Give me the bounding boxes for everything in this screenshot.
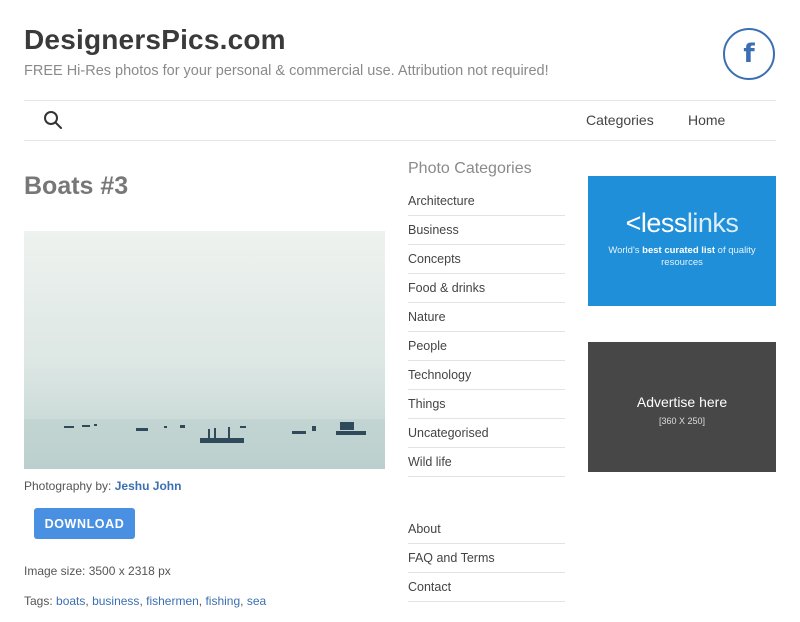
- tag-link-fishing[interactable]: fishing: [205, 594, 240, 608]
- lesslinks-logo-less: less: [640, 208, 688, 238]
- photographer-link[interactable]: Jeshu John: [115, 479, 182, 493]
- image-size: Image size: 3500 x 2318 px: [24, 564, 171, 578]
- tags-line: Tags: boats, business, fishermen, fishin…: [24, 594, 267, 608]
- category-item-things[interactable]: Things: [408, 390, 565, 419]
- tags-prefix: Tags:: [24, 594, 53, 608]
- category-item-people[interactable]: People: [408, 332, 565, 361]
- lesslinks-tag-bold: best curated list: [642, 245, 716, 256]
- facebook-icon[interactable]: f: [723, 28, 775, 80]
- category-item-wild-life[interactable]: Wild life: [408, 448, 565, 477]
- lesslinks-logo-links: links: [686, 208, 739, 238]
- category-item-architecture[interactable]: Architecture: [408, 187, 565, 216]
- lesslinks-tag-pre: World's: [608, 245, 640, 256]
- category-item-technology[interactable]: Technology: [408, 361, 565, 390]
- credit-prefix: Photography by:: [24, 479, 112, 493]
- page-list: About FAQ and Terms Contact: [408, 515, 565, 602]
- page-link-contact[interactable]: Contact: [408, 573, 565, 602]
- download-button[interactable]: DOWNLOAD: [34, 508, 135, 539]
- lesslinks-logo-lt: <: [625, 208, 642, 238]
- tag-link-boats[interactable]: boats: [56, 594, 85, 608]
- tag-link-sea[interactable]: sea: [247, 594, 266, 608]
- categories-widget-title: Photo Categories: [408, 160, 532, 177]
- category-item-concepts[interactable]: Concepts: [408, 245, 565, 274]
- category-item-business[interactable]: Business: [408, 216, 565, 245]
- category-item-uncategorised[interactable]: Uncategorised: [408, 419, 565, 448]
- nav-link-home[interactable]: Home: [688, 112, 725, 128]
- category-list: Architecture Business Concepts Food & dr…: [408, 187, 565, 477]
- page-title: Boats #3: [24, 172, 129, 200]
- category-item-food-drinks[interactable]: Food & drinks: [408, 274, 565, 303]
- category-item-nature[interactable]: Nature: [408, 303, 565, 332]
- page-link-faq[interactable]: FAQ and Terms: [408, 544, 565, 573]
- advertise-text: Advertise here: [636, 394, 728, 410]
- lesslinks-tagline: World's best curated list of quality res…: [588, 245, 776, 269]
- tag-link-business[interactable]: business: [92, 594, 139, 608]
- tag-link-fishermen[interactable]: fishermen: [146, 594, 199, 608]
- advertise-here-ad[interactable]: Advertise here [360 X 250]: [588, 342, 776, 472]
- boats-photo[interactable]: [24, 231, 385, 469]
- nav-link-categories[interactable]: Categories: [586, 112, 654, 128]
- site-title[interactable]: DesignersPics.com: [24, 24, 286, 56]
- lesslinks-logo: <lesslinks: [588, 208, 776, 239]
- site-tagline: FREE Hi-Res photos for your personal & c…: [24, 63, 549, 79]
- search-icon[interactable]: [43, 110, 63, 130]
- lesslinks-ad[interactable]: <lesslinks World's best curated list of …: [588, 176, 776, 306]
- advertise-size: [360 X 250]: [658, 416, 706, 426]
- page-link-about[interactable]: About: [408, 515, 565, 544]
- photo-credit: Photography by: Jeshu John: [24, 479, 181, 493]
- nav-bar: Categories Home: [24, 100, 776, 141]
